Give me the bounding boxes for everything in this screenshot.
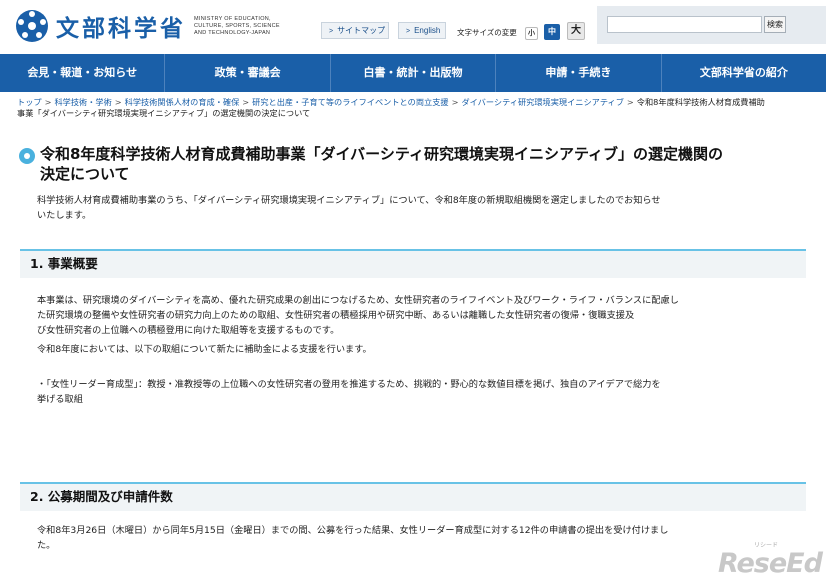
breadcrumb-separator: > <box>114 97 122 107</box>
global-nav: 会見・報道・お知らせ 政策・審議会 白書・統計・出版物 申請・手続き 文部科学省… <box>0 54 826 92</box>
search-area: 検索 <box>597 6 826 44</box>
breadcrumb: トップ > 科学技術・学術 > 科学技術関係人材の育成・確保 > 研究と出産・子育て等のライ… <box>17 97 822 119</box>
overview-paragraph-2: 令和8年度においては、以下の取組について新たに補助金による支援を行います。 <box>37 344 372 355</box>
breadcrumb-current-part2: 事業「ダイバーシティ研究環境実現イニシアティブ」の選定機関の決定について <box>17 108 311 118</box>
lead-line2: いたします。 <box>37 210 92 221</box>
nav-item-about[interactable]: 文部科学省の紹介 <box>662 54 826 92</box>
breadcrumb-separator: > <box>242 97 250 107</box>
resed-watermark: リシード ReseEd <box>704 540 826 586</box>
logo-text: 文部科学省 <box>56 16 186 42</box>
breadcrumb-separator: > <box>626 97 634 107</box>
nav-item-application[interactable]: 申請・手続き <box>496 54 662 92</box>
site-header: 文部科学省 MINISTRY OF EDUCATION, CULTURE, SP… <box>0 0 826 52</box>
breadcrumb-separator: > <box>44 97 52 107</box>
page-title-line2: 決定について <box>40 165 130 183</box>
watermark-text: ReseEd <box>718 548 823 579</box>
overview-bullet-item: ・「女性リーダー育成型」：教授・准教授等の上位職への女性研究者の登用を推進するた… <box>37 377 797 407</box>
chevron-right-icon: > <box>329 28 334 35</box>
application-period-paragraph: 令和8年3月26日（木曜日）から同年5月15日（金曜日）までの間、公募を行った結… <box>37 523 797 553</box>
overview-bullet-line2: 挙げる取組 <box>37 394 83 405</box>
lead-line1: 科学技術人材育成費補助事業のうち、「ダイバーシティ研究環境実現イニシアティブ」に… <box>37 195 661 206</box>
breadcrumb-link-top[interactable]: トップ <box>17 97 42 107</box>
font-size-small-button[interactable]: 小 <box>525 27 538 40</box>
ministry-logo[interactable]: 文部科学省 MINISTRY OF EDUCATION, CULTURE, SP… <box>14 6 289 46</box>
page-title: 令和8年度科学技術人材育成費補助事業「ダイバーシティ研究環境実現イニシアティブ」… <box>40 144 819 184</box>
title-bullet-icon <box>19 148 35 164</box>
section-heading-application-period-text: 2. 公募期間及び申請件数 <box>30 489 173 504</box>
overview-bullet-line1: ・「女性リーダー育成型」：教授・准教授等の上位職への女性研究者の登用を推進するた… <box>37 379 661 390</box>
section-heading-overview-text: 1. 事業概要 <box>30 256 98 271</box>
application-p1-line1: 令和8年3月26日（木曜日）から同年5月15日（金曜日）までの間、公募を行った結… <box>37 525 669 536</box>
overview-p1-line3: び女性研究者の上位職への積極登用に向けた取組等を支援するものです。 <box>37 325 340 336</box>
sitemap-link[interactable]: > サイトマップ <box>321 22 389 39</box>
english-link[interactable]: > English <box>398 22 446 39</box>
sitemap-label: サイトマップ <box>337 26 386 35</box>
breadcrumb-separator: > <box>451 97 459 107</box>
overview-paragraph-1: 本事業は、研究環境のダイバーシティを高め、優れた研究成果の創出につなげるため、女… <box>37 293 797 338</box>
search-button[interactable]: 検索 <box>764 16 786 33</box>
nav-item-whitepaper[interactable]: 白書・統計・出版物 <box>331 54 497 92</box>
breadcrumb-link-human-resources[interactable]: 科学技術関係人材の育成・確保 <box>125 97 240 107</box>
search-input[interactable] <box>607 16 762 33</box>
overview-p1-line2: た研究環境の整備や女性研究者の研究力向上のための取組、女性研究者の積極採用や研究… <box>37 310 635 321</box>
breadcrumb-link-diversity[interactable]: ダイバーシティ研究環境実現イニシアティブ <box>461 97 623 107</box>
breadcrumb-current-part1: 令和8年度科学技術人材育成費補助 <box>636 97 765 107</box>
font-size-label: 文字サイズの変更 <box>457 28 517 37</box>
english-label: English <box>414 26 441 35</box>
logo-mark-icon <box>16 10 48 42</box>
font-size-medium-button[interactable]: 中 <box>544 24 560 40</box>
page-title-block: 令和8年度科学技術人材育成費補助事業「ダイバーシティ研究環境実現イニシアティブ」… <box>19 144 819 184</box>
font-size-large-button[interactable]: 大 <box>567 22 585 40</box>
page-title-line1: 令和8年度科学技術人材育成費補助事業「ダイバーシティ研究環境実現イニシアティブ」… <box>40 145 724 163</box>
section-heading-application-period: 2. 公募期間及び申請件数 <box>20 482 806 511</box>
lead-paragraph: 科学技術人材育成費補助事業のうち、「ダイバーシティ研究環境実現イニシアティブ」に… <box>37 193 782 223</box>
nav-item-press[interactable]: 会見・報道・お知らせ <box>0 54 166 92</box>
application-p1-line2: た。 <box>37 540 56 551</box>
overview-p1-line1: 本事業は、研究環境のダイバーシティを高め、優れた研究成果の創出につなげるため、女… <box>37 295 679 306</box>
logo-subtitle: MINISTRY OF EDUCATION, CULTURE, SPORTS, … <box>194 15 280 36</box>
breadcrumb-link-science[interactable]: 科学技術・学術 <box>54 97 111 107</box>
section-heading-overview: 1. 事業概要 <box>20 249 806 278</box>
nav-item-policy[interactable]: 政策・審議会 <box>165 54 331 92</box>
chevron-right-icon: > <box>406 28 411 35</box>
breadcrumb-link-life-events[interactable]: 研究と出産・子育て等のライフイベントとの両立支援 <box>252 97 448 107</box>
